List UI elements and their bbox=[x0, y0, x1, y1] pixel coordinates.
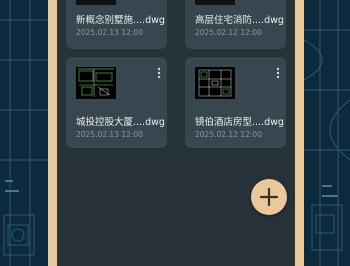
file-date: 2025.02.13 12:00 bbox=[76, 28, 143, 37]
add-file-button[interactable] bbox=[251, 179, 287, 215]
file-card[interactable]: 镜伯酒店房型....dwg 2025.02.12 12:00 bbox=[185, 57, 286, 148]
file-card[interactable]: 城投控股大厦....dwg 2025.02.13 12:00 bbox=[66, 57, 167, 148]
file-name: 城投控股大厦....dwg bbox=[76, 117, 165, 128]
more-vertical-icon bbox=[276, 67, 280, 79]
file-date: 2025.02.12 12:00 bbox=[195, 130, 262, 139]
plus-icon bbox=[259, 187, 279, 207]
file-card[interactable]: 高层住宅消防....dwg 2025.02.12 12:00 bbox=[185, 0, 286, 49]
file-name: 镜伯酒店房型....dwg bbox=[195, 117, 284, 128]
file-thumbnail bbox=[76, 67, 116, 99]
file-card[interactable]: 新概念别墅施....dwg 2025.02.13 12:00 bbox=[66, 0, 167, 49]
more-options-button[interactable] bbox=[157, 67, 161, 79]
file-thumbnail bbox=[195, 0, 235, 5]
file-name: 高层住宅消防....dwg bbox=[195, 15, 284, 26]
file-name: 新概念别墅施....dwg bbox=[76, 15, 165, 26]
more-vertical-icon bbox=[157, 67, 161, 79]
file-date: 2025.02.12 12:00 bbox=[195, 28, 262, 37]
file-list-panel: 新概念别墅施....dwg 2025.02.13 12:00 高层住宅消防...… bbox=[57, 0, 295, 266]
file-date: 2025.02.13 12:00 bbox=[76, 130, 143, 139]
more-options-button[interactable] bbox=[276, 67, 280, 79]
file-thumbnail bbox=[76, 0, 116, 5]
file-thumbnail bbox=[195, 67, 235, 99]
